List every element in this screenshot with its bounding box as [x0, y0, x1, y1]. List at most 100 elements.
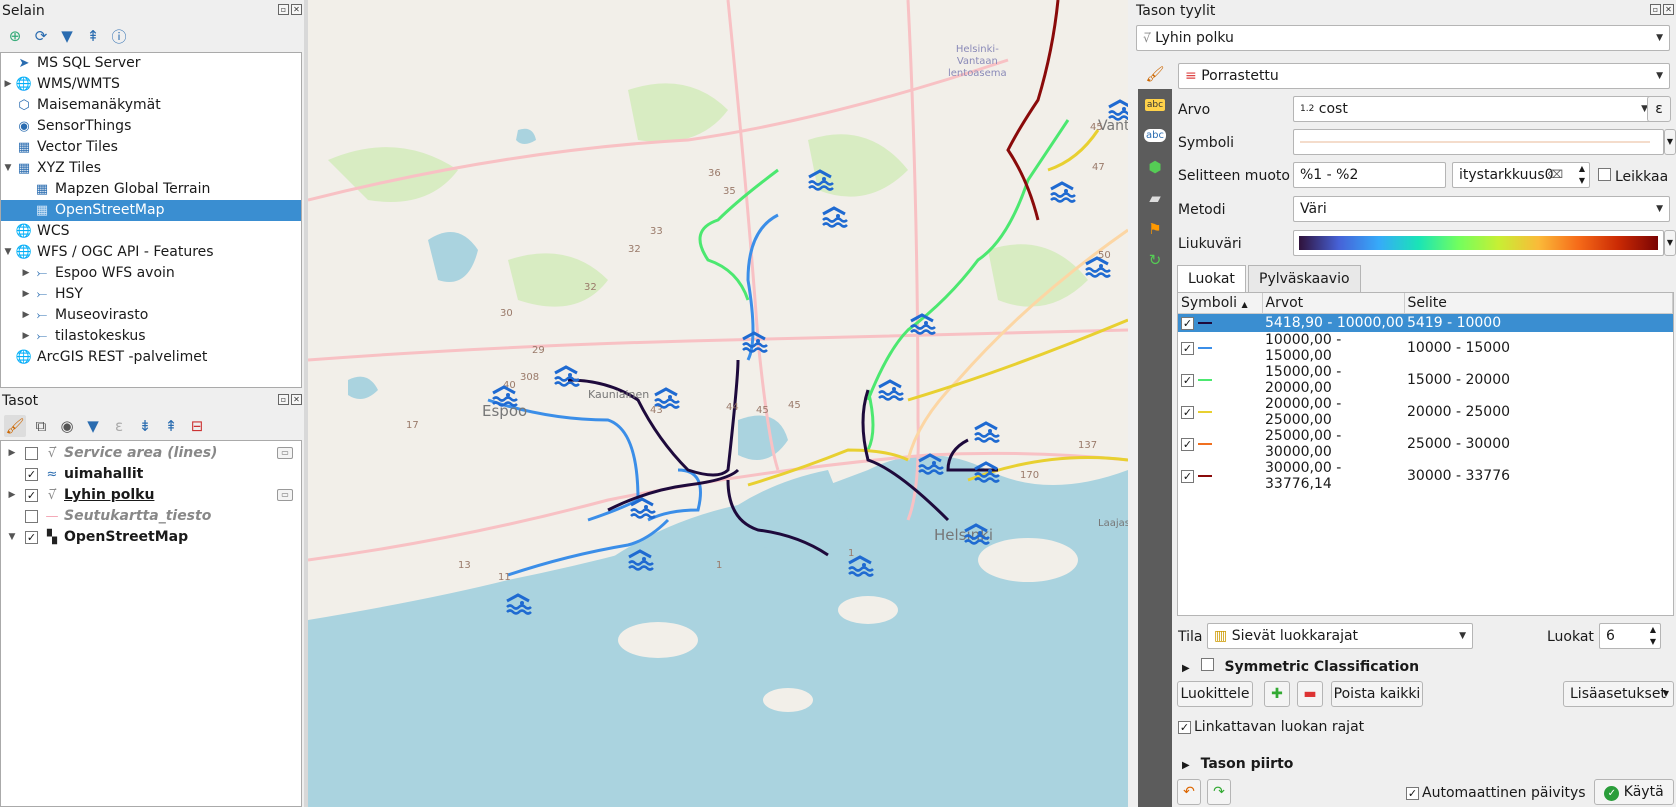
class-symbol-cell[interactable]: ✓: [1178, 396, 1262, 428]
trim-checkbox[interactable]: Leikkaa: [1598, 168, 1668, 185]
mode-select[interactable]: ▥ Sievät luokkarajat ▼: [1207, 623, 1473, 649]
remove-layer-icon[interactable]: ⊟: [186, 415, 208, 437]
swimming-pool-icon[interactable]: [916, 452, 944, 476]
browser-item[interactable]: ▶ 🌐 WMS/WMTS: [1, 74, 301, 95]
expand-arrow-icon[interactable]: ▶: [19, 326, 33, 347]
legend-format-input[interactable]: %1 - %2: [1293, 162, 1446, 188]
filter-icon[interactable]: ▼: [56, 25, 78, 47]
browser-item[interactable]: ▦ Vector Tiles: [1, 137, 301, 158]
expand-arrow-icon[interactable]: ▶: [19, 263, 33, 284]
expression-button[interactable]: ε: [1647, 96, 1671, 122]
class-visibility-checkbox[interactable]: ✓: [1181, 470, 1194, 483]
column-header-arvot[interactable]: Arvot: [1262, 293, 1405, 314]
class-row[interactable]: ✓ 25000,00 - 30000,00 25000 - 30000: [1178, 428, 1673, 460]
collapse-all-icon[interactable]: ⇞: [82, 25, 104, 47]
info-icon[interactable]: ⓘ: [108, 25, 130, 47]
layer-item[interactable]: ▶ √̅ Service area (lines) ▭: [1, 443, 301, 464]
browser-item[interactable]: ▦ OpenStreetMap: [1, 200, 301, 221]
delete-all-button[interactable]: Poista kaikki: [1331, 681, 1423, 707]
live-update-checkbox[interactable]: ✓ Automaattinen päivitys: [1406, 785, 1586, 801]
layer-item[interactable]: ✓ ≈ uimahallit: [1, 464, 301, 485]
renderer-select[interactable]: ≡ Porrastettu ▼: [1178, 63, 1670, 89]
layer-item[interactable]: ▼ ✓ ▚ OpenStreetMap: [1, 527, 301, 548]
browser-item[interactable]: ▶ ⤚ tilastokeskus: [1, 326, 301, 347]
swimming-pool-icon[interactable]: [628, 496, 656, 520]
collapse-arrow-icon[interactable]: ▼: [1, 242, 15, 263]
apply-button[interactable]: ✓ Käytä: [1594, 779, 1674, 805]
float-icon[interactable]: ▫: [278, 4, 289, 15]
class-legend-cell[interactable]: 10000 - 15000: [1404, 332, 1673, 364]
color-ramp-dropdown[interactable]: ▼: [1664, 230, 1676, 256]
swimming-pool-icon[interactable]: [1083, 255, 1111, 279]
collapse-arrow-icon[interactable]: ▼: [5, 527, 19, 548]
swimming-pool-icon[interactable]: [504, 592, 532, 616]
layer-visibility-checkbox[interactable]: ✓: [25, 489, 38, 502]
browser-item[interactable]: ⬡ Maisemanäkymät: [1, 95, 301, 116]
class-visibility-checkbox[interactable]: ✓: [1181, 438, 1194, 451]
refresh-icon[interactable]: ⟳: [30, 25, 52, 47]
close-icon[interactable]: ✕: [291, 4, 302, 15]
expand-arrow-icon[interactable]: ▶: [1182, 663, 1190, 674]
browser-item[interactable]: ▦ Mapzen Global Terrain: [1, 179, 301, 200]
layer-item[interactable]: ▶ ✓ √̅ Lyhin polku ▭: [1, 485, 301, 506]
class-row[interactable]: ✓ 15000,00 - 20000,00 15000 - 20000: [1178, 364, 1673, 396]
swimming-pool-icon[interactable]: [876, 378, 904, 402]
class-visibility-checkbox[interactable]: ✓: [1181, 406, 1194, 419]
class-range-cell[interactable]: 5418,90 - 10000,00: [1262, 313, 1404, 332]
add-class-button[interactable]: ✚: [1264, 681, 1290, 707]
swimming-pool-icon[interactable]: [1048, 180, 1076, 204]
swimming-pool-icon[interactable]: [740, 330, 768, 354]
swimming-pool-icon[interactable]: [490, 384, 518, 408]
class-range-cell[interactable]: 15000,00 - 20000,00: [1262, 364, 1404, 396]
class-visibility-checkbox[interactable]: ✓: [1181, 374, 1194, 387]
expand-arrow-icon[interactable]: ▶: [1, 74, 15, 95]
browser-item[interactable]: ▶ ⤚ Espoo WFS avoin: [1, 263, 301, 284]
browser-item[interactable]: ➤ MS SQL Server: [1, 53, 301, 74]
swimming-pool-icon[interactable]: [972, 460, 1000, 484]
swimming-pool-icon[interactable]: [972, 420, 1000, 444]
visibility-icon[interactable]: ◉: [56, 415, 78, 437]
float-icon[interactable]: ▫: [1650, 4, 1661, 15]
value-field-select[interactable]: 1.2 cost ▼: [1293, 96, 1655, 122]
checkbox-icon[interactable]: ✓: [1406, 787, 1419, 800]
class-legend-cell[interactable]: 20000 - 25000: [1404, 396, 1673, 428]
class-symbol-cell[interactable]: ✓: [1178, 460, 1262, 492]
classes-count-spinbox[interactable]: 6 ▲ ▼: [1599, 623, 1661, 649]
expand-arrow-icon[interactable]: ▶: [1182, 760, 1190, 771]
filter-expression-icon[interactable]: ε: [108, 415, 130, 437]
precision-spinbox[interactable]: itystarkkuus0 ⌫ ▲ ▼: [1452, 162, 1590, 188]
collapse-arrow-icon[interactable]: ▼: [1, 158, 15, 179]
expand-arrow-icon[interactable]: ▶: [5, 485, 19, 506]
class-visibility-checkbox[interactable]: ✓: [1181, 316, 1194, 330]
undo-button[interactable]: ↶: [1177, 779, 1201, 805]
style-icon[interactable]: 🖌: [4, 415, 26, 437]
layer-visibility-checkbox[interactable]: [25, 510, 38, 523]
swimming-pool-icon[interactable]: [908, 312, 936, 336]
swimming-pool-icon[interactable]: [552, 364, 580, 388]
tab-luokat[interactable]: Luokat: [1177, 265, 1246, 293]
symbol-button[interactable]: [1293, 129, 1664, 155]
color-ramp-button[interactable]: [1293, 230, 1664, 256]
filter-icon[interactable]: ▼: [82, 415, 104, 437]
layer-visibility-checkbox[interactable]: ✓: [25, 468, 38, 481]
expand-arrow-icon[interactable]: ▶: [5, 443, 19, 464]
symmetric-classification[interactable]: ▶ Symmetric Classification: [1182, 658, 1419, 675]
class-visibility-checkbox[interactable]: ✓: [1181, 342, 1194, 355]
class-legend-cell[interactable]: 15000 - 20000: [1404, 364, 1673, 396]
clear-icon[interactable]: ⌫: [1547, 163, 1563, 187]
redo-button[interactable]: ↷: [1207, 779, 1231, 805]
3d-view-tab-icon[interactable]: ⬢: [1138, 151, 1172, 182]
class-symbol-cell[interactable]: ✓: [1178, 428, 1262, 460]
browser-item[interactable]: ◉ SensorThings: [1, 116, 301, 137]
layer-select[interactable]: √̅ Lyhin polku ▼: [1136, 25, 1670, 51]
browser-item[interactable]: ▶ ⤚ HSY: [1, 284, 301, 305]
link-class-boundaries[interactable]: ✓ Linkattavan luokan rajat: [1178, 719, 1364, 735]
class-row[interactable]: ✓ 10000,00 - 15000,00 10000 - 15000: [1178, 332, 1673, 364]
masks-tab-icon[interactable]: abc: [1138, 120, 1172, 151]
class-legend-cell[interactable]: 5419 - 10000: [1404, 313, 1673, 332]
spin-arrows-icon[interactable]: ▲ ▼: [1650, 624, 1656, 648]
class-range-cell[interactable]: 10000,00 - 15000,00: [1262, 332, 1404, 364]
browser-item[interactable]: 🌐 WCS: [1, 221, 301, 242]
add-selected-icon[interactable]: ⊕: [4, 25, 26, 47]
add-group-icon[interactable]: ⧉: [30, 415, 52, 437]
